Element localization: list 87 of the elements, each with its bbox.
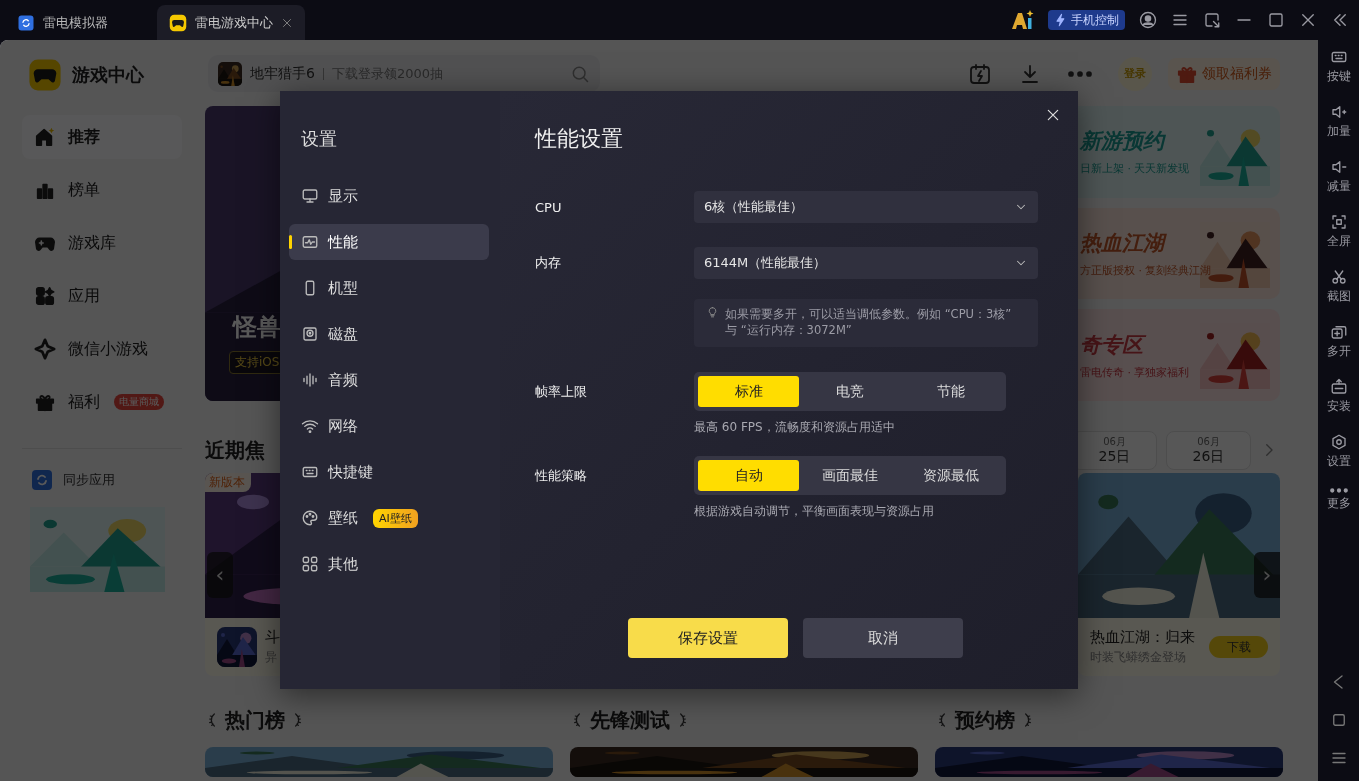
grid-icon (301, 555, 319, 573)
ai-logo-icon[interactable] (1010, 9, 1034, 31)
settings-menu-item[interactable]: 机型 (289, 270, 489, 306)
star-icon (34, 338, 56, 360)
exit-window-icon[interactable] (1203, 11, 1221, 29)
window-tab[interactable]: 雷电游戏中心 (157, 5, 305, 40)
ranking-title: 热门榜 (225, 706, 285, 734)
toolbar-button[interactable]: 截图 (1318, 268, 1359, 323)
more-icon[interactable] (1068, 70, 1092, 77)
pulse-icon (301, 233, 319, 251)
ranking-title: 预约榜 (955, 706, 1015, 734)
volume-down-icon (1329, 158, 1348, 176)
toolbar-button[interactable]: 设置 (1318, 433, 1359, 488)
waveform-icon (301, 371, 319, 389)
settings-menu-item[interactable]: 快捷键 (289, 454, 489, 490)
app-logo-icon (169, 13, 187, 32)
app-logo-icon (17, 13, 35, 32)
dropdown-field[interactable]: 6核（性能最佳） (694, 191, 1038, 223)
collapse-icon[interactable] (1331, 11, 1349, 29)
scissors-icon (1329, 268, 1348, 286)
volume-up-icon (1329, 103, 1348, 121)
segment-option[interactable]: 标准 (698, 376, 800, 407)
toolbar-button[interactable]: 按键 (1318, 48, 1359, 103)
window-tab[interactable]: 雷电模拟器 (5, 5, 147, 40)
field-label: CPU (535, 199, 563, 215)
toolbar-button[interactable]: 更多 (1318, 488, 1359, 543)
close-icon (1045, 107, 1061, 123)
dialog-title: 设置 (300, 127, 338, 151)
settings-menu-item[interactable]: 磁盘 (289, 316, 489, 352)
app-logo-icon (28, 58, 62, 92)
toolbar-button[interactable]: 全屏 (1318, 213, 1359, 268)
dropdown-field[interactable]: 6144M（性能最佳） (694, 247, 1038, 279)
toolbar-button[interactable]: 加量 (1318, 103, 1359, 158)
segment-option[interactable]: 节能 (900, 376, 1002, 407)
user-icon[interactable] (1139, 11, 1157, 29)
apps-icon (34, 285, 56, 307)
field-label: 性能策略 (535, 466, 588, 485)
close-button[interactable] (1045, 107, 1061, 123)
game-title: 斗 (265, 628, 280, 647)
app-title: 游戏中心 (72, 63, 144, 87)
phone-control-button[interactable]: 手机控制 (1048, 10, 1125, 30)
segment-option[interactable]: 画面最佳 (799, 460, 901, 491)
settings-menu-item[interactable]: 其他 (289, 546, 489, 582)
monitor-icon (301, 187, 319, 205)
segment-option[interactable]: 资源最低 (900, 460, 1002, 491)
sync-icon (30, 468, 54, 492)
wifi-icon (301, 417, 319, 435)
ai-badge: AI壁纸 (373, 508, 418, 528)
section-heading: 近期焦 (205, 436, 265, 464)
home-icon (34, 126, 56, 148)
segment-option[interactable]: 电竞 (799, 376, 901, 407)
settings-menu-item[interactable]: 网络 (289, 408, 489, 444)
hint-text: 如果需要多开，可以适当调低参数。例如 “CPU：3核” 与 “运行内存：3072M” (725, 306, 1013, 338)
field-label: 帧率上限 (535, 382, 588, 401)
field-label: 内存 (535, 254, 562, 272)
field-note: 根据游戏自动调节，平衡画面表现与资源占用 (694, 503, 935, 520)
palette-icon (301, 509, 319, 527)
save-button[interactable]: 保存设置 (627, 618, 788, 658)
game-title: 热血江湖：归来 (1090, 628, 1195, 647)
bulb-icon (706, 306, 719, 319)
package-icon (1329, 378, 1348, 396)
dialog-heading: 性能设置 (535, 125, 624, 153)
settings-menu-item[interactable]: 显示 (289, 178, 489, 214)
fullscreen-icon (1329, 213, 1348, 231)
settings-menu-item[interactable]: 性能 (289, 224, 489, 260)
new-version-tag: 新版本 (205, 473, 251, 492)
settings-menu-item[interactable]: 音频 (289, 362, 489, 398)
banner-title: 怪兽 (233, 312, 281, 343)
promo-title: 热血江湖 (1080, 229, 1212, 257)
search-suggestion: 地牢猎手6 (250, 64, 315, 83)
toolbar-button[interactable]: 安装 (1318, 378, 1359, 433)
promo-subtitle: 日新上架 · 天天新发现 (1080, 161, 1190, 177)
close-icon[interactable] (1299, 11, 1317, 29)
cancel-button[interactable]: 取消 (802, 618, 963, 658)
field-note: 最高 60 FPS，流畅度和资源占用适中 (694, 419, 896, 436)
promo-title: 新游预约 (1080, 128, 1167, 156)
segment-option[interactable]: 自动 (698, 460, 800, 491)
more-icon (1329, 488, 1348, 493)
promo-title: 奇专区 (1080, 330, 1190, 359)
maximize-icon[interactable] (1267, 11, 1285, 29)
settings-menu-item[interactable]: 壁纸 AI壁纸 (289, 500, 489, 536)
calendar-icon[interactable] (968, 61, 992, 86)
toolbar-button[interactable]: 减量 (1318, 158, 1359, 213)
toolbar-button[interactable]: 多开 (1318, 323, 1359, 378)
ranking-title: 先锋测试 (590, 706, 670, 734)
stacked-windows-icon (1329, 323, 1348, 341)
settings-icon (1329, 433, 1348, 451)
